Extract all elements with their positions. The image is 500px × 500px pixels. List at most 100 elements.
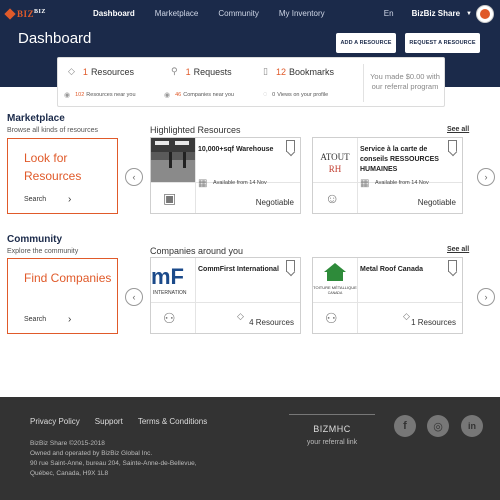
carousel-next-button[interactable]: ›: [477, 288, 495, 306]
resources-icon: ◇: [403, 311, 410, 321]
views-label: Views on your profile: [277, 91, 329, 98]
price: Negotiable: [255, 198, 294, 207]
resource-card[interactable]: 10,000+sqf Warehouse ▣ ▦ Available from …: [150, 137, 301, 214]
referral-earnings: You made $0.00 with our referral program: [370, 72, 440, 91]
svg-text:CANADA: CANADA: [328, 291, 343, 295]
card-divider: [357, 258, 358, 333]
atout-rh-logo: ATOUT RH: [313, 138, 357, 182]
profile-views: ◌ 0 Views on your profile: [263, 91, 328, 98]
svg-text:mF: mF: [151, 264, 184, 289]
views-count: 0: [272, 91, 276, 98]
resources-count: 1: [82, 66, 88, 77]
terms-link[interactable]: Terms & Conditions: [138, 417, 207, 426]
card-divider: [195, 258, 196, 333]
highlighted-resources-title: Highlighted Resources: [150, 125, 241, 135]
resource-title: Service à la carte de conseils RESSOURCE…: [360, 146, 439, 173]
nav-links: Dashboard Marketplace Community My Inven…: [83, 0, 335, 27]
resources-icon: ◇: [68, 66, 75, 76]
company-title: Metal Roof Canada: [360, 266, 424, 273]
bookmarks-count: 12: [275, 66, 286, 77]
availability-date: Available from 14 Nov: [213, 180, 267, 186]
svg-text:TOITURE MÉTALLIQUE: TOITURE MÉTALLIQUE: [313, 285, 357, 290]
footer-info: BizBiz Share ©2015-2018 Owned and operat…: [30, 439, 220, 479]
nav-link-dashboard[interactable]: Dashboard: [83, 0, 145, 27]
chevron-down-icon[interactable]: ▼: [466, 11, 472, 17]
account-name[interactable]: BizBiz Share: [412, 9, 460, 18]
resource-title: 10,000+sqf Warehouse: [198, 146, 274, 153]
referral-link[interactable]: your referral link: [289, 439, 375, 446]
user-settings-icon: ☺: [325, 190, 340, 206]
referral-code[interactable]: BIZMHC: [289, 424, 375, 434]
see-all-companies-link[interactable]: See all: [447, 246, 469, 253]
look-for-resources-title: Look for Resources: [24, 151, 82, 183]
company-title: CommFirst International: [198, 266, 279, 273]
commfirst-logo: mF INTERNATION: [151, 258, 195, 302]
avatar[interactable]: [476, 4, 494, 23]
instagram-icon[interactable]: ◎: [427, 415, 449, 437]
nav-link-inventory[interactable]: My Inventory: [269, 0, 335, 27]
privacy-policy-link[interactable]: Privacy Policy: [30, 417, 80, 426]
marketplace-subtitle: Browse all kinds of resources: [7, 127, 99, 134]
people-icon: ⚇: [163, 310, 176, 326]
resource-card[interactable]: ATOUT RH Service à la carte de conseils …: [312, 137, 463, 214]
request-resource-button[interactable]: REQUEST A RESOURCE: [405, 33, 480, 53]
card-divider: [313, 302, 462, 303]
see-all-resources-link[interactable]: See all: [447, 126, 469, 133]
find-companies-card[interactable]: Find Companies Search ›: [7, 258, 118, 334]
find-companies-title: Find Companies: [24, 271, 112, 285]
search-label: Search: [24, 316, 47, 323]
bookmark-icon[interactable]: [286, 140, 295, 152]
warehouse-image: [151, 138, 195, 182]
bookmark-icon[interactable]: [448, 260, 457, 272]
near-companies: ◉ 46 Companies near you: [164, 91, 234, 99]
requests-count: 1: [185, 66, 191, 77]
stats-panel: ◇ 1 Resources ⚲ 1 Requests ▯ 12 Bookmark…: [57, 57, 445, 107]
avatar-logo-icon: [480, 8, 490, 19]
near-resources: ◉ 102 Resources near you: [64, 91, 136, 99]
near-resources-label: Resources near you: [86, 92, 136, 98]
card-divider: [195, 138, 196, 213]
near-companies-label: Companies near you: [183, 92, 234, 98]
chevron-right-icon: ›: [68, 314, 72, 325]
svg-text:ATOUT: ATOUT: [320, 152, 350, 162]
bookmark-icon[interactable]: [448, 140, 457, 152]
resources-icon: ◇: [237, 311, 244, 321]
logo[interactable]: BIZBIZ: [4, 7, 76, 20]
location-pin-icon: ◉: [64, 92, 71, 99]
linkedin-icon[interactable]: in: [461, 415, 483, 437]
footer: Privacy Policy Support Terms & Condition…: [0, 397, 500, 500]
nav-link-marketplace[interactable]: Marketplace: [145, 0, 209, 27]
footer-links: Privacy Policy Support Terms & Condition…: [30, 417, 222, 426]
facebook-icon[interactable]: f: [394, 415, 416, 437]
support-link[interactable]: Support: [95, 417, 123, 426]
language-switch[interactable]: En: [384, 9, 394, 18]
calendar-icon: ▦: [360, 178, 370, 189]
bookmark-icon[interactable]: [286, 260, 295, 272]
copyright: BizBiz Share ©2015-2018: [30, 440, 105, 447]
nav-link-community[interactable]: Community: [208, 0, 268, 27]
address: 90 rue Saint-Anne, bureau 204, Sainte-An…: [30, 460, 197, 477]
resource-count: 4 Resources: [249, 318, 294, 327]
add-resource-button[interactable]: ADD A RESOURCE: [336, 33, 396, 53]
carousel-prev-button[interactable]: ‹: [125, 168, 143, 186]
price: Negotiable: [417, 198, 456, 207]
near-resources-count: 102: [75, 92, 85, 98]
look-for-resources-card[interactable]: Look for Resources Search ›: [7, 138, 118, 214]
resources-label: Resources: [90, 66, 134, 77]
svg-text:INTERNATION: INTERNATION: [153, 290, 187, 296]
company-card[interactable]: mF INTERNATION CommFirst International ⚇…: [150, 257, 301, 334]
carousel-prev-button[interactable]: ‹: [125, 288, 143, 306]
search-icon: ⚲: [171, 66, 178, 76]
companies-around-title: Companies around you: [150, 246, 244, 256]
company-card[interactable]: TOITURE MÉTALLIQUE CANADA Metal Roof Can…: [312, 257, 463, 334]
metal-roof-logo: TOITURE MÉTALLIQUE CANADA: [313, 258, 357, 302]
location-pin-icon: ◉: [164, 92, 171, 99]
top-nav: BIZBIZ Dashboard Marketplace Community M…: [0, 0, 500, 27]
stat-bookmarks[interactable]: ▯ 12 Bookmarks: [263, 66, 334, 77]
calendar-icon: ▦: [198, 178, 208, 189]
stat-resources[interactable]: ◇ 1 Resources: [68, 66, 134, 77]
resource-count: 1 Resources: [411, 318, 456, 327]
stat-requests[interactable]: ⚲ 1 Requests: [171, 66, 232, 77]
carousel-next-button[interactable]: ›: [477, 168, 495, 186]
operated-by: Owned and operated by BizBiz Global Inc.: [30, 450, 153, 457]
